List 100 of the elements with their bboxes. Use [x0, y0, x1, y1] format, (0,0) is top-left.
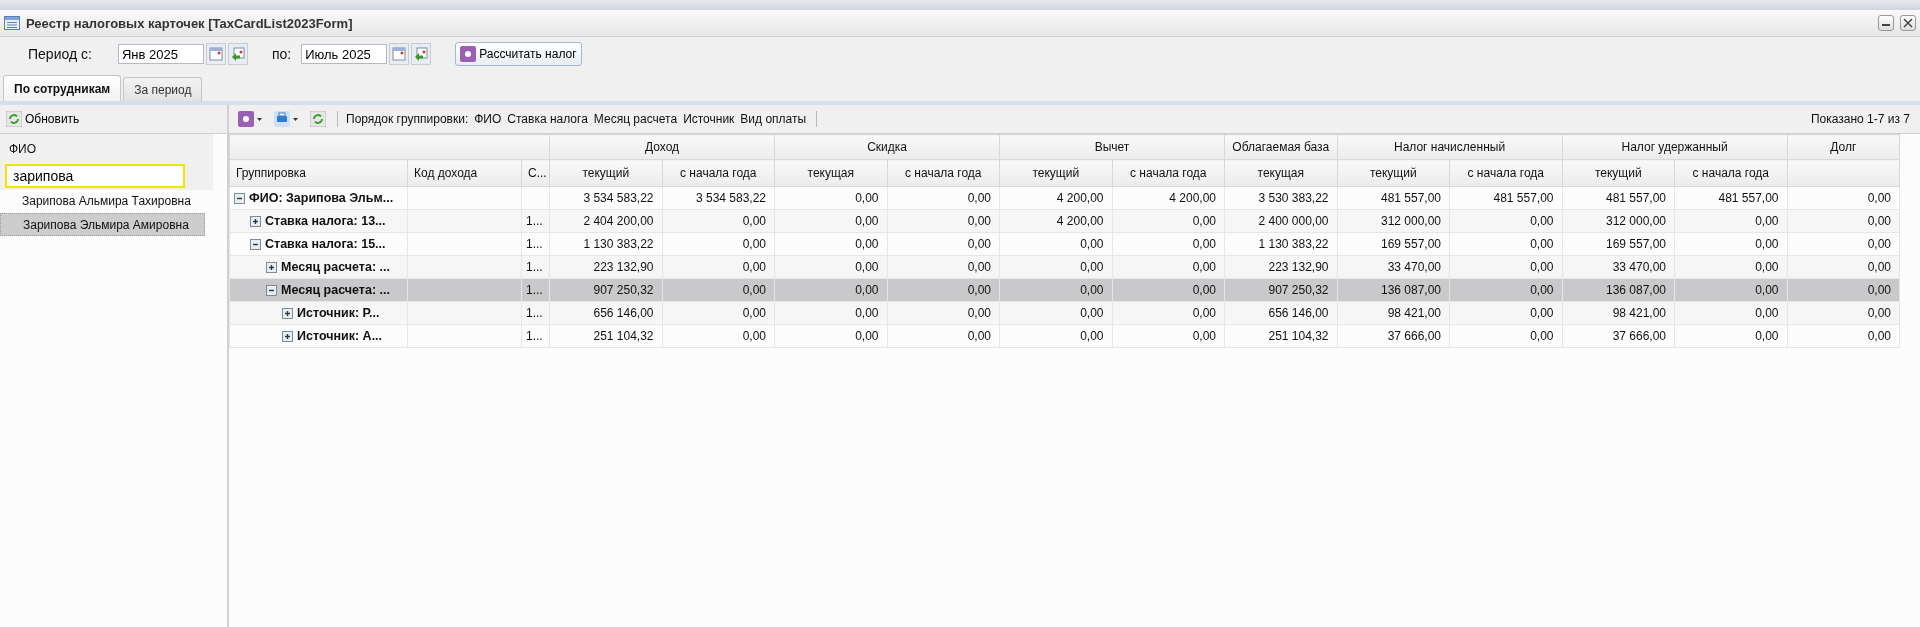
- column-header[interactable]: Группировка: [229, 159, 408, 187]
- grouping-item[interactable]: ФИО: [474, 112, 502, 126]
- table-cell: 0,00: [855, 214, 879, 228]
- calculate-tax-button[interactable]: Рассчитать налог: [455, 42, 582, 66]
- column-group-header: Долг: [1787, 134, 1900, 160]
- grouping-item[interactable]: Месяц расчета: [593, 112, 678, 126]
- column-header[interactable]: ФИО: [5, 134, 185, 164]
- collapse-icon[interactable]: [266, 284, 277, 296]
- table-cell: 0,00: [1080, 237, 1104, 251]
- group-label: Ставка налога: 13...: [265, 214, 386, 228]
- column-group-header: Вычет: [999, 134, 1225, 160]
- column-header[interactable]: текущая: [1224, 159, 1338, 187]
- table-cell: 0,00: [967, 260, 992, 274]
- column-header[interactable]: текущий: [549, 159, 662, 187]
- table-cell: 0,00: [1530, 283, 1554, 297]
- table-cell: 0,00: [1755, 283, 1779, 297]
- employee-item[interactable]: Зарипова Альмира Тахировна: [0, 190, 205, 213]
- table-cell: 33 470,00: [1612, 260, 1667, 274]
- expand-icon[interactable]: [266, 261, 277, 273]
- table-cell: 0,00: [967, 283, 992, 297]
- table-cell: 2 400 000,00: [1258, 214, 1329, 228]
- table-cell: 0,00: [1192, 260, 1217, 274]
- collapse-icon[interactable]: [250, 238, 261, 250]
- table-cell: 0,00: [1755, 237, 1779, 251]
- table-cell: 0,00: [967, 214, 992, 228]
- close-button[interactable]: [1900, 15, 1916, 31]
- table-cell: 0,00: [1530, 237, 1554, 251]
- list-icon: [4, 16, 20, 30]
- collapse-icon[interactable]: [234, 192, 245, 204]
- column-header[interactable]: Код дохода: [407, 159, 522, 187]
- table-cell: 223 132,90: [593, 260, 654, 274]
- grouping-item[interactable]: Источник: [683, 112, 735, 126]
- expand-icon[interactable]: [282, 307, 293, 319]
- table-cell: 481 557,00: [1718, 191, 1779, 205]
- table-cell: 0,00: [1867, 237, 1892, 251]
- table-cell: 1...: [526, 306, 543, 320]
- column-header[interactable]: текущая: [774, 159, 888, 187]
- grouping-item[interactable]: Ставка налога: [507, 112, 588, 126]
- table-cell: 0,00: [855, 283, 879, 297]
- table-cell: 0,00: [1080, 306, 1104, 320]
- table-cell: 0,00: [1867, 306, 1892, 320]
- table-cell: 0,00: [1080, 260, 1104, 274]
- table-cell: 0,00: [855, 329, 879, 343]
- employee-item[interactable]: Зарипова Эльмира Амировна: [0, 213, 205, 236]
- expand-icon[interactable]: [250, 215, 261, 227]
- table-cell: 98 421,00: [1612, 306, 1667, 320]
- table-cell: 0,00: [1755, 306, 1779, 320]
- table-cell: 0,00: [1867, 283, 1892, 297]
- table-cell: 0,00: [1530, 214, 1554, 228]
- column-header[interactable]: текущий: [1337, 159, 1450, 187]
- table-cell: 4 200,00: [1169, 191, 1217, 205]
- column-group-header: Налог начисленный: [1337, 134, 1563, 160]
- period-from-field[interactable]: Янв 2025: [117, 44, 204, 64]
- table-cell: 481 557,00: [1493, 191, 1554, 205]
- grouping-item[interactable]: Вид оплаты: [740, 112, 807, 126]
- table-cell: 37 666,00: [1612, 329, 1667, 343]
- table-cell: 0,00: [742, 306, 767, 320]
- column-header[interactable]: текущий: [1562, 159, 1675, 187]
- column-header[interactable]: с начала года: [1112, 159, 1225, 187]
- column-header[interactable]: с начала года: [887, 159, 1000, 187]
- table-cell: 136 087,00: [1605, 283, 1667, 297]
- table-cell: 4 200,00: [1056, 214, 1104, 228]
- group-label: Источник: Р...: [297, 306, 380, 320]
- table-cell: 0,00: [1755, 260, 1779, 274]
- expand-icon[interactable]: [282, 330, 293, 342]
- paging-info: Показано 1-7 из 7: [1810, 112, 1910, 126]
- table-cell: 0,00: [1192, 237, 1217, 251]
- refresh-button[interactable]: [307, 111, 329, 127]
- table-cell: 251 104,32: [1268, 329, 1329, 343]
- table-cell: 0,00: [742, 329, 767, 343]
- table-cell: 3 534 583,22: [583, 191, 654, 205]
- tab[interactable]: За период: [123, 77, 203, 101]
- table-cell: 907 250,32: [1268, 283, 1329, 297]
- table-cell: 1 130 383,22: [1258, 237, 1329, 251]
- refresh-button[interactable]: Обновить: [6, 111, 80, 127]
- column-header[interactable]: текущий: [999, 159, 1113, 187]
- table-cell: 0,00: [967, 237, 992, 251]
- table-cell: 0,00: [1192, 283, 1217, 297]
- period-to-label: по:: [271, 46, 292, 62]
- table-cell: 0,00: [1867, 214, 1892, 228]
- column-group-header: Доход: [549, 134, 775, 160]
- table-cell: 0,00: [1867, 260, 1892, 274]
- filter-field[interactable]: зарипова: [5, 164, 185, 188]
- minimize-button[interactable]: [1878, 15, 1894, 31]
- window-title: Реестр налоговых карточек [TaxCardList2023Form]: [26, 15, 353, 31]
- column-header[interactable]: с начала года: [662, 159, 775, 187]
- table-cell: 0,00: [855, 306, 879, 320]
- table-cell: 0,00: [1080, 329, 1104, 343]
- column-header[interactable]: с начала года: [1449, 159, 1563, 187]
- table-cell: 0,00: [1192, 329, 1217, 343]
- calendar-arrow-button[interactable]: [411, 43, 432, 65]
- table-cell: 1 130 383,22: [583, 237, 654, 251]
- table-cell: 98 421,00: [1387, 306, 1442, 320]
- period-to-field[interactable]: Июль 2025: [301, 44, 388, 64]
- calendar-arrow-button[interactable]: [227, 43, 248, 65]
- column-header[interactable]: с начала года: [1674, 159, 1788, 187]
- table-cell: 907 250,32: [593, 283, 654, 297]
- group-label: Источник: А...: [297, 329, 383, 343]
- table-cell: 0,00: [1192, 214, 1217, 228]
- tab[interactable]: По сотрудникам: [3, 75, 122, 101]
